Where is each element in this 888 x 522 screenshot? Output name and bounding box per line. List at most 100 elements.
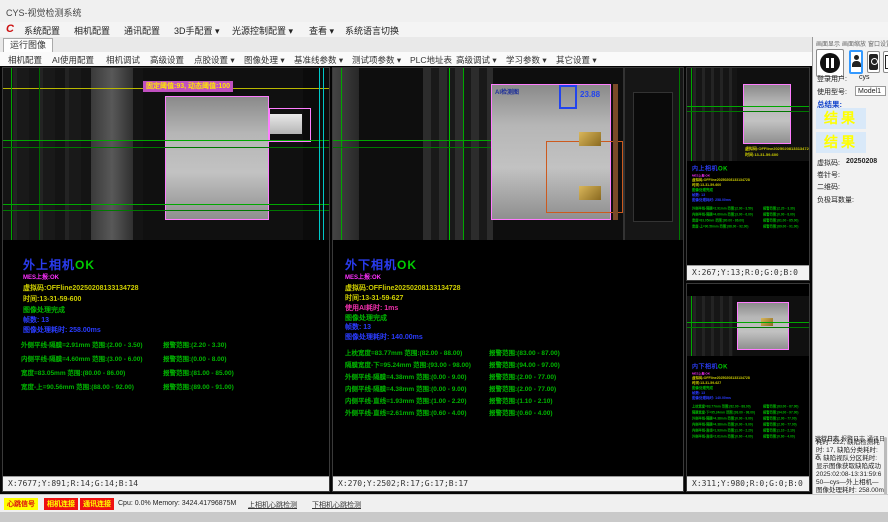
alarm-range-text: 报警范围:(81.00 - 85.00) xyxy=(163,367,234,377)
alarm-range-text: 报警范围:(2.20 - 3.30) xyxy=(763,206,795,211)
log-tab-strip: 运行日志报警日志通讯日志 xyxy=(815,428,887,437)
tool-other-set[interactable]: 其它设置 ▾ xyxy=(556,54,597,66)
menu-robot-config[interactable]: 3D手配置 ▾ xyxy=(174,24,220,37)
view-option-display[interactable]: 画面显示 xyxy=(816,39,840,48)
alarm-range-text: 报警范围:(2.00 - 77.00) xyxy=(489,383,556,393)
alarm-range-text: 报警范围:(2.00 - 77.00) xyxy=(763,422,797,427)
menu-system-config[interactable]: 系统配置 xyxy=(24,24,60,37)
menu-camera-config[interactable]: 相机配置 xyxy=(74,24,110,37)
user-button[interactable] xyxy=(849,50,863,74)
baseline-vertical-2 xyxy=(39,68,40,240)
vcode-label: 虚拟码: xyxy=(817,158,840,168)
alarm-range-text: 报警范围:(81.00 - 85.00) xyxy=(763,218,798,223)
status-ok: OK xyxy=(397,258,417,272)
mes-line: MES上报:OK xyxy=(345,272,381,281)
top-camera-heartbeat-link[interactable]: 上相机心跳检测 xyxy=(248,500,297,510)
tool-advanced-debug[interactable]: 高级调试 ▾ xyxy=(456,54,497,66)
app-window: CYS-视觉检测系统 C 系统配置 相机配置 通讯配置 3D手配置 ▾ 光源控制… xyxy=(0,0,888,522)
menu-bar: C 系统配置 相机配置 通讯配置 3D手配置 ▾ 光源控制配置 ▾ 查看 ▾ 系… xyxy=(0,22,888,37)
measurement-row: 宽度-上=90.56mm 范围:(88.00 - 92.00) 报警范围:(89… xyxy=(21,381,321,391)
pixel-coordinates: X:311;Y:980;R:0;G:0;B:0 xyxy=(692,479,803,488)
view-option-zoom[interactable]: 画面缩放 xyxy=(842,39,866,48)
menu-comm-config[interactable]: 通讯配置 xyxy=(124,24,160,37)
measurement-text: 外侧平线-直线=2.61mm 范围:(0.60 - 4.00) xyxy=(345,407,467,417)
measure-line-1 xyxy=(3,140,329,141)
measurement-text: 隔膜宽度-下=95.24mm 范围:(93.00 - 98.00) xyxy=(692,410,755,415)
status-ok: OK xyxy=(718,165,728,172)
machinery-column xyxy=(91,68,133,240)
measure-line-2 xyxy=(3,147,329,148)
alarm-range-text: 报警范围:(0.60 - 4.00) xyxy=(489,407,553,417)
tool-image-process[interactable]: 图像处理 ▾ xyxy=(244,54,285,66)
app-logo-icon: C xyxy=(6,23,14,35)
machinery-structure xyxy=(423,68,493,240)
alarm-range-text: 报警范围:(0.60 - 4.00) xyxy=(763,434,795,439)
measurement-text: 外侧平线-隔膜=2.91mm 范围:(2.00 - 3.50) xyxy=(21,339,143,349)
measurement-text: 外侧平线-隔膜=4.38mm 范围:(0.00 - 9.00) xyxy=(692,416,753,421)
machinery-left-column xyxy=(333,68,359,240)
tool-test-params[interactable]: 测试项参数 ▾ xyxy=(352,54,401,66)
measurement-text: 宽度=83.05mm 范围:(80.00 - 86.00) xyxy=(692,218,744,223)
measurement-text: 上枕宽度=83.77mm 范围:(82.00 - 88.00) xyxy=(345,347,462,357)
model-select[interactable]: Model1 xyxy=(855,86,886,96)
measurement-text: 外侧平线-隔膜=4.38mm 范围:(0.00 - 9.00) xyxy=(345,371,467,381)
measurement-text: 宽度=83.05mm 范围:(80.00 - 86.00) xyxy=(21,367,125,377)
measurement-text: 内侧平线-隔膜=4.38mm 范围:(0.00 - 9.00) xyxy=(692,422,753,427)
tab-pad-1 xyxy=(579,132,601,146)
alarm-range-text: 报警范围:(89.00 - 91.00) xyxy=(763,224,798,229)
tool-learn-params[interactable]: 学习参数 ▾ xyxy=(506,54,547,66)
measurement-text: 宽度-上=90.56mm 范围:(88.00 - 92.00) xyxy=(692,224,748,229)
tool-camera-debug[interactable]: 相机调试 xyxy=(106,54,140,66)
measurement-row: 外侧平线-隔膜=4.38mm 范围:(0.00 - 9.00) 报警范围:(2.… xyxy=(345,371,675,381)
tool-glue-set[interactable]: 点胶设置 ▾ xyxy=(194,54,235,66)
pixel-coordinates: X:267;Y:13;R:0;G:0;B:0 xyxy=(692,268,798,277)
camera-image-outer-top[interactable]: 固定阈值:93, 动态阈值:100 xyxy=(3,68,329,240)
measurement-text: 内侧平线-隔膜=4.38mm 范围:(0.00 - 9.00) xyxy=(345,383,467,393)
tool-plc-table[interactable]: PLC地址表 xyxy=(410,54,452,66)
tool-camera-config[interactable]: 相机配置 xyxy=(8,54,42,66)
menu-language-switch[interactable]: 系统语言切换 xyxy=(345,24,399,37)
tool-advanced-set[interactable]: 高级设置 xyxy=(150,54,184,66)
alarm-range-text: 报警范围:(2.00 - 77.00) xyxy=(489,371,556,381)
machinery-backdrop xyxy=(687,68,737,161)
machinery-right-shadow xyxy=(303,68,329,240)
stats-button[interactable] xyxy=(867,51,880,73)
tab-run-image[interactable]: 运行图像 xyxy=(3,38,53,52)
time-line: 时间:13-31-59-627 xyxy=(345,293,403,303)
baseline-vertical xyxy=(691,68,692,161)
baseline-vertical-2 xyxy=(449,68,450,240)
log-scrollbar[interactable] xyxy=(884,437,887,497)
connector-tab xyxy=(270,114,302,134)
ai-detect-label: AI检测图 xyxy=(495,87,519,96)
edge-strip-brown xyxy=(613,84,618,220)
elapsed-line: 图像处理耗时: 258.00ms xyxy=(692,198,822,203)
camera-image-outer-bottom[interactable]: AI检测图 23.88 xyxy=(333,68,683,240)
menu-light-config[interactable]: 光源控制配置 ▾ xyxy=(232,24,293,37)
alarm-range-text: 报警范围:(1.10 - 2.10) xyxy=(763,428,795,433)
menu-view[interactable]: 查看 ▾ xyxy=(309,24,334,37)
tool-baseline-params[interactable]: 基准线参数 ▾ xyxy=(294,54,343,66)
vcode-line: 虚拟码:OFFline20250208133134728 xyxy=(345,283,461,293)
tab-strip: 运行图像 xyxy=(0,37,812,53)
elapsed-line: 图像处理耗时: 258.00ms xyxy=(23,325,101,335)
alarm-range-text: 报警范围:(2.20 - 3.30) xyxy=(163,339,227,349)
measure-line-4 xyxy=(3,210,329,211)
coordinate-bar: X:267;Y:13;R:0;G:0;B:0 xyxy=(687,265,809,280)
alarm-range-text: 报警范围:(89.00 - 91.00) xyxy=(163,381,234,391)
measurement-text: 宽度-上=90.56mm 范围:(88.00 - 92.00) xyxy=(21,381,134,391)
camera-image-inner-bottom[interactable] xyxy=(687,296,809,356)
bottom-camera-heartbeat-link[interactable]: 下相机心跳检测 xyxy=(312,500,361,510)
exit-button[interactable] xyxy=(883,51,888,73)
pause-button[interactable] xyxy=(816,49,844,77)
measurement-text: 内侧平线-直线=1.93mm 范围:(1.00 - 2.20) xyxy=(692,428,753,433)
camera-name: 内上相机 xyxy=(692,165,718,172)
view-option-window[interactable]: 窗口设置 xyxy=(868,39,888,48)
tool-ai-config[interactable]: AI使用配置 xyxy=(52,54,94,66)
measurement-text: 上枕宽度=83.77mm 范围:(82.00 - 88.00) xyxy=(692,404,751,409)
control-panel: 画面显示 画面缩放 窗口设置 登录用户: cys 使用型号: Model1 总结… xyxy=(812,37,888,512)
ai-roi-box xyxy=(559,85,577,109)
mini-overlay-inner-top: 内上相机OK MES上报:OK 虚拟码:OFFline2025020813313… xyxy=(692,164,822,230)
cell-region xyxy=(165,96,269,220)
camera-image-inner-top[interactable]: 虚拟码:OFFline20250208133134728 时间:13-31-59… xyxy=(687,68,809,161)
comm-connect-badge: 通讯连接 xyxy=(80,498,114,510)
